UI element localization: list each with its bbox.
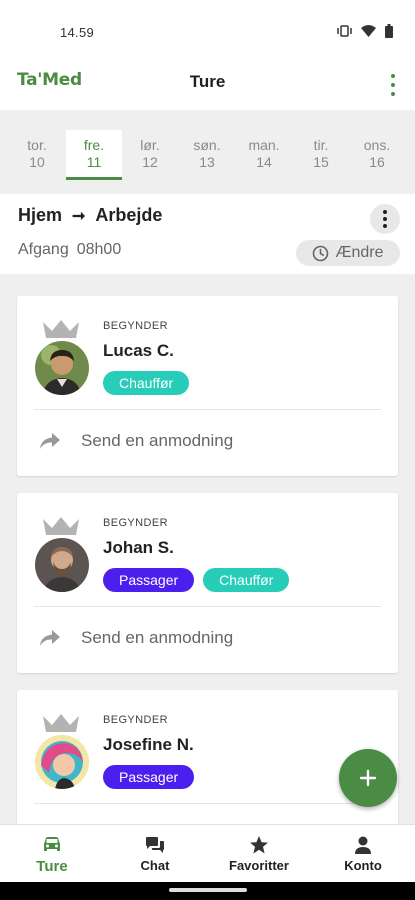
day-tab[interactable]: tir. 15 [293,130,349,180]
share-arrow-icon [40,433,60,449]
avatar[interactable] [35,341,89,395]
more-vert-icon [383,210,387,214]
departure-info: Afgang 08h00 [18,241,121,259]
route-menu-button[interactable] [370,204,400,234]
nav-label: Favoritter [229,858,289,873]
clock-icon [313,245,329,261]
day-name: ons. [363,137,391,153]
day-tab[interactable]: tor. 10 [9,130,65,180]
send-request-button[interactable]: Send en anmodning [39,628,233,648]
home-gesture-pill[interactable] [169,888,247,892]
send-request-label: Send en anmodning [81,628,234,647]
nav-item-konto[interactable]: Konto [318,834,408,873]
bottom-navigation: Ture Chat Favoritter Konto [0,824,415,882]
status-time: 14.59 [60,25,95,40]
share-arrow-icon [40,630,60,646]
status-bar: 14.59 [0,0,415,62]
day-name: fre. [83,137,105,153]
day-number: 15 [313,154,329,170]
user-name[interactable]: Johan S. [103,538,174,558]
nav-label: Ture [36,858,68,875]
battery-icon [385,24,393,38]
day-tab[interactable]: fre. 11 [66,130,122,180]
match-card[interactable]: BEGYNDER Lucas C. Chauffør Send en anmodnin… [17,296,398,476]
nav-label: Chat [140,858,170,873]
day-selector: tor. 10 fre. 11 lør. 12 søn. 13 man. 14 tir. 15 ons.… [0,110,415,194]
crown-icon [43,320,79,338]
role-badges: Chauffør [103,371,190,395]
level-label: BEGYNDER [103,320,168,332]
person-icon [318,834,408,856]
day-name: man. [248,137,280,153]
day-name: lør. [140,137,160,153]
avatar[interactable] [35,538,89,592]
day-tab[interactable]: lør. 12 [122,130,178,180]
page-title: Ture [189,72,226,91]
status-icons [337,24,393,38]
role-badge: Passager [103,568,195,592]
day-tab[interactable]: man. 14 [236,130,292,180]
crown-icon [43,517,79,535]
change-button[interactable]: Ændre [296,240,400,266]
car-icon [7,834,97,856]
change-label: Ændre [335,244,384,261]
route-header: Hjem ➞ Arbejde Afgang 08h00 Ændre [0,194,415,274]
level-label: BEGYNDER [103,517,168,529]
app-bar: Ta'Med Ture [0,62,415,110]
add-trip-button[interactable] [339,749,397,807]
divider [34,409,381,410]
day-tab[interactable]: ons. 16 [349,130,405,180]
role-badge: Passager [103,765,195,789]
route-to: Arbejde [95,205,163,225]
vibrate-icon [337,25,352,37]
departure-label: Afgang [18,241,69,258]
divider [34,803,381,804]
send-request-label: Send en anmodning [81,431,234,450]
role-badge: Chauffør [203,568,290,592]
role-badge: Chauffør [103,371,190,395]
nav-item-ture[interactable]: Ture [7,834,97,875]
day-tab[interactable]: søn. 13 [179,130,235,180]
divider [34,606,381,607]
nav-label: Konto [344,858,382,873]
role-badges: Passager [103,765,195,789]
star-icon [214,834,304,856]
plus-icon [359,769,377,787]
system-navigation-bar [0,882,415,900]
nav-item-favoritter[interactable]: Favoritter [214,834,304,873]
route-title: Hjem ➞ Arbejde [18,205,162,226]
level-label: BEGYNDER [103,714,168,726]
day-number: 16 [369,154,385,170]
send-request-button[interactable]: Send en anmodning [39,431,233,451]
role-badges: Passager Chauffør [103,568,290,592]
wifi-icon [361,25,376,37]
overflow-menu-button[interactable] [388,74,398,96]
departure-time: 08h00 [76,241,122,258]
day-number: 14 [256,154,272,170]
day-name: tor. [27,137,47,153]
more-vert-icon [391,74,395,78]
day-number: 10 [29,154,45,170]
match-card[interactable]: BEGYNDER Johan S. Passager Chauffør Send en … [17,493,398,673]
day-name: tir. [313,137,329,153]
route-from: Hjem [18,205,63,225]
day-number: 13 [199,154,215,170]
user-name[interactable]: Josefine N. [103,735,194,755]
avatar[interactable] [35,735,89,789]
chat-icon [110,834,200,856]
day-name: søn. [193,137,221,153]
day-number: 11 [86,154,102,170]
arrow-right-icon: ➞ [72,207,86,225]
day-number: 12 [142,154,158,170]
nav-item-chat[interactable]: Chat [110,834,200,873]
user-name[interactable]: Lucas C. [103,341,174,361]
crown-icon [43,714,79,732]
